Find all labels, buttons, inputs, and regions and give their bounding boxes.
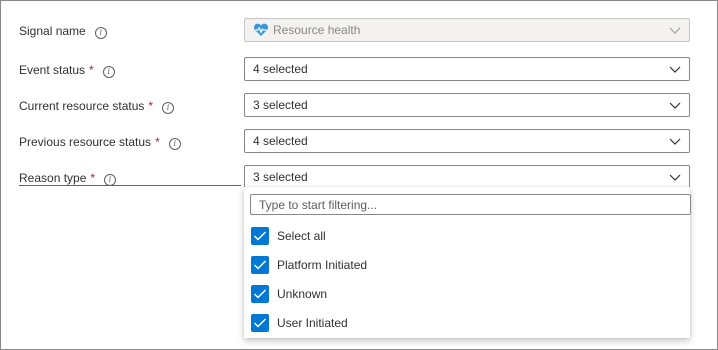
previous-resource-status-label: Previous resource status [19,135,152,149]
reason-type-label: Reason type [19,171,87,185]
option-label: User Initiated [277,316,348,330]
info-icon[interactable]: i [162,102,175,114]
required-marker: * [90,171,96,185]
event-status-value: 4 selected [253,62,308,76]
checkbox[interactable] [251,227,269,245]
focus-underline [19,185,241,186]
option-unknown[interactable]: Unknown [251,283,671,305]
option-label: Platform Initiated [277,258,368,272]
option-user-initiated[interactable]: User Initiated [251,312,671,334]
chevron-down-icon [669,138,681,145]
chevron-down-icon [669,66,681,73]
signal-name-dropdown: Resource health [244,18,690,42]
required-marker: * [155,135,160,149]
event-status-label: Event status [19,63,86,77]
event-status-row: Event status * i 4 selected [1,57,717,81]
current-resource-status-dropdown[interactable]: 3 selected [244,93,690,117]
info-icon[interactable]: i [168,138,181,150]
option-label: Select all [277,229,326,243]
previous-resource-status-value: 4 selected [253,134,308,148]
checkbox[interactable] [251,256,269,274]
current-resource-status-value: 3 selected [253,98,308,112]
previous-resource-status-label-wrap: Previous resource status * i [19,133,181,151]
required-marker: * [148,99,154,113]
alert-condition-form: Signal name i Resource health Event statu… [0,0,718,350]
info-icon[interactable]: i [94,27,107,39]
current-resource-status-label-wrap: Current resource status * i [19,97,175,115]
reason-type-dropdown-panel: Select all Platform Initiated Unknown Us… [244,187,691,338]
checkmark-icon [253,289,267,299]
info-icon[interactable]: i [102,66,115,78]
event-status-dropdown[interactable]: 4 selected [244,57,690,81]
signal-name-label-wrap: Signal name i [19,22,107,40]
signal-name-row: Signal name i Resource health [1,18,717,42]
signal-name-label: Signal name [19,24,86,38]
required-marker: * [89,63,94,77]
checkmark-icon [253,231,267,241]
option-select-all[interactable]: Select all [251,225,671,247]
filter-input[interactable] [250,194,691,215]
signal-name-value: Resource health [273,23,361,37]
current-resource-status-label: Current resource status [19,99,145,113]
heart-pulse-icon [253,23,269,36]
reason-type-value: 3 selected [253,170,308,184]
chevron-down-icon [669,174,681,181]
event-status-label-wrap: Event status * i [19,61,115,79]
checkmark-icon [253,260,267,270]
reason-type-dropdown[interactable]: 3 selected [244,165,690,189]
checkbox[interactable] [251,314,269,332]
checkmark-icon [253,318,267,328]
previous-resource-status-row: Previous resource status * i 4 selected [1,129,717,153]
option-label: Unknown [277,287,328,301]
option-platform-initiated[interactable]: Platform Initiated [251,254,671,276]
chevron-down-icon [669,27,681,34]
previous-resource-status-dropdown[interactable]: 4 selected [244,129,690,153]
current-resource-status-row: Current resource status * i 3 selected [1,93,717,117]
checkbox[interactable] [251,285,269,303]
chevron-down-icon [669,102,681,109]
